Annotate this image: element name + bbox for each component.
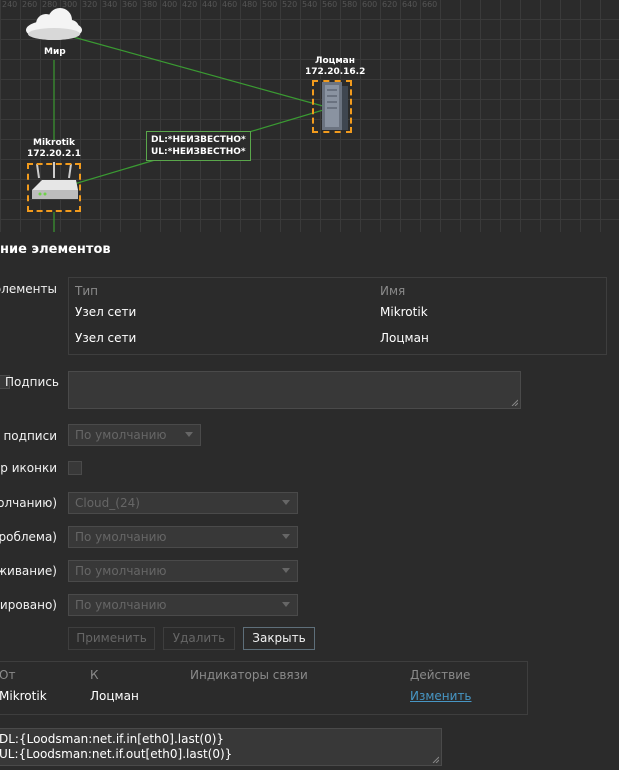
node-label-mir: Мир bbox=[44, 47, 66, 57]
selection-box-mikrotik[interactable] bbox=[27, 163, 81, 212]
icon-disabled-label: ивировано) bbox=[0, 598, 57, 612]
link-label[interactable]: DL:*НЕИЗВЕСТНО* UL:*НЕИЗВЕСТНО* bbox=[146, 131, 251, 161]
network-map[interactable]: 240 260 280 300 320 340 360 380 400 420 440 460 480 5… bbox=[0, 0, 619, 232]
node-ip: 172.20.2.1 bbox=[26, 149, 82, 159]
elements-label: элементы bbox=[0, 282, 57, 296]
resize-grip-icon bbox=[511, 399, 518, 406]
icon-maintenance-select[interactable]: По умолчанию bbox=[68, 560, 298, 582]
icon-problem-label: проблема) bbox=[0, 530, 57, 544]
links-table: От К Индикаторы связи Действие Mikrotik … bbox=[0, 661, 528, 715]
icon-problem-select[interactable]: По умолчанию bbox=[68, 526, 298, 548]
label-textarea[interactable] bbox=[68, 371, 521, 409]
elements-row-2-type: Узел сети bbox=[75, 331, 137, 345]
icon-disabled-select[interactable]: По умолчанию bbox=[68, 594, 298, 616]
link-label-textarea[interactable]: DL:{Loodsman:net.if.in[eth0].last(0)} UL… bbox=[0, 728, 442, 766]
selection-box-locman[interactable] bbox=[312, 80, 352, 133]
chevron-down-icon bbox=[282, 534, 290, 539]
label-position-select[interactable]: По умолчанию bbox=[68, 424, 201, 446]
elements-header-type: Тип bbox=[75, 284, 98, 298]
select-value: По умолчанию bbox=[75, 428, 167, 442]
elements-table: Тип Имя Узел сети Mikrotik Узел сети Лоц… bbox=[68, 277, 607, 355]
node-name: Mikrotik bbox=[32, 138, 76, 148]
label-position-label: е подписи bbox=[0, 429, 57, 443]
elements-row-1-name: Mikrotik bbox=[380, 305, 428, 319]
link-label-ul: UL:*НЕИЗВЕСТНО* bbox=[151, 147, 246, 157]
remove-button[interactable]: Удалить bbox=[163, 627, 235, 650]
auto-icon-label: бор иконки bbox=[0, 461, 57, 475]
link-label-dl: DL:*НЕИЗВЕСТНО* bbox=[151, 135, 246, 145]
icon-maintenance-label: уживание) bbox=[0, 564, 57, 578]
links-header-action: Действие bbox=[410, 668, 471, 682]
resize-grip-icon bbox=[432, 756, 439, 763]
link-label-line-1: DL:{Loodsman:net.if.in[eth0].last(0)} bbox=[0, 732, 225, 746]
auto-icon-checkbox[interactable] bbox=[68, 461, 82, 475]
node-name: Лоцман bbox=[315, 56, 355, 66]
edit-elements-panel: ние элементов элементы Тип Имя Узел сети… bbox=[0, 232, 619, 770]
cloud-icon bbox=[26, 8, 82, 40]
select-value: По умолчанию bbox=[75, 564, 167, 578]
label-checkbox-text: Подпись bbox=[5, 375, 59, 389]
panel-title: ние элементов bbox=[0, 242, 111, 257]
icon-default-select[interactable]: Cloud_(24) bbox=[68, 492, 298, 514]
links-row-to: Лоцман bbox=[90, 689, 139, 703]
links-row-from: Mikrotik bbox=[0, 689, 47, 703]
select-value: По умолчанию bbox=[75, 598, 167, 612]
apply-button[interactable]: Применить bbox=[68, 627, 155, 650]
link-mir-locman bbox=[54, 31, 331, 109]
chevron-down-icon bbox=[282, 602, 290, 607]
node-label-locman: Лоцман 172.20.16.2 bbox=[305, 56, 365, 78]
icon-default-label: молчанию) bbox=[0, 496, 57, 510]
links-header-from: От bbox=[0, 668, 16, 682]
links-header-to: К bbox=[90, 668, 99, 682]
chevron-down-icon bbox=[282, 500, 290, 505]
select-value: Cloud_(24) bbox=[75, 496, 140, 510]
close-button[interactable]: Закрыть bbox=[243, 627, 315, 650]
elements-header-name: Имя bbox=[380, 284, 406, 298]
map-links-layer bbox=[26, 8, 348, 232]
chevron-down-icon bbox=[282, 568, 290, 573]
elements-row-1-type: Узел сети bbox=[75, 305, 137, 319]
select-value: По умолчанию bbox=[75, 530, 167, 544]
chevron-down-icon bbox=[185, 432, 193, 437]
node-label-mikrotik: Mikrotik 172.20.2.1 bbox=[24, 138, 84, 160]
elements-row-2-name: Лоцман bbox=[380, 331, 429, 345]
links-header-indicators: Индикаторы связи bbox=[190, 668, 308, 682]
edit-link[interactable]: Изменить bbox=[410, 689, 472, 703]
link-label-line-2: UL:{Loodsman:net.if.out[eth0].last(0)} bbox=[0, 747, 233, 761]
node-ip: 172.20.16.2 bbox=[305, 67, 366, 77]
